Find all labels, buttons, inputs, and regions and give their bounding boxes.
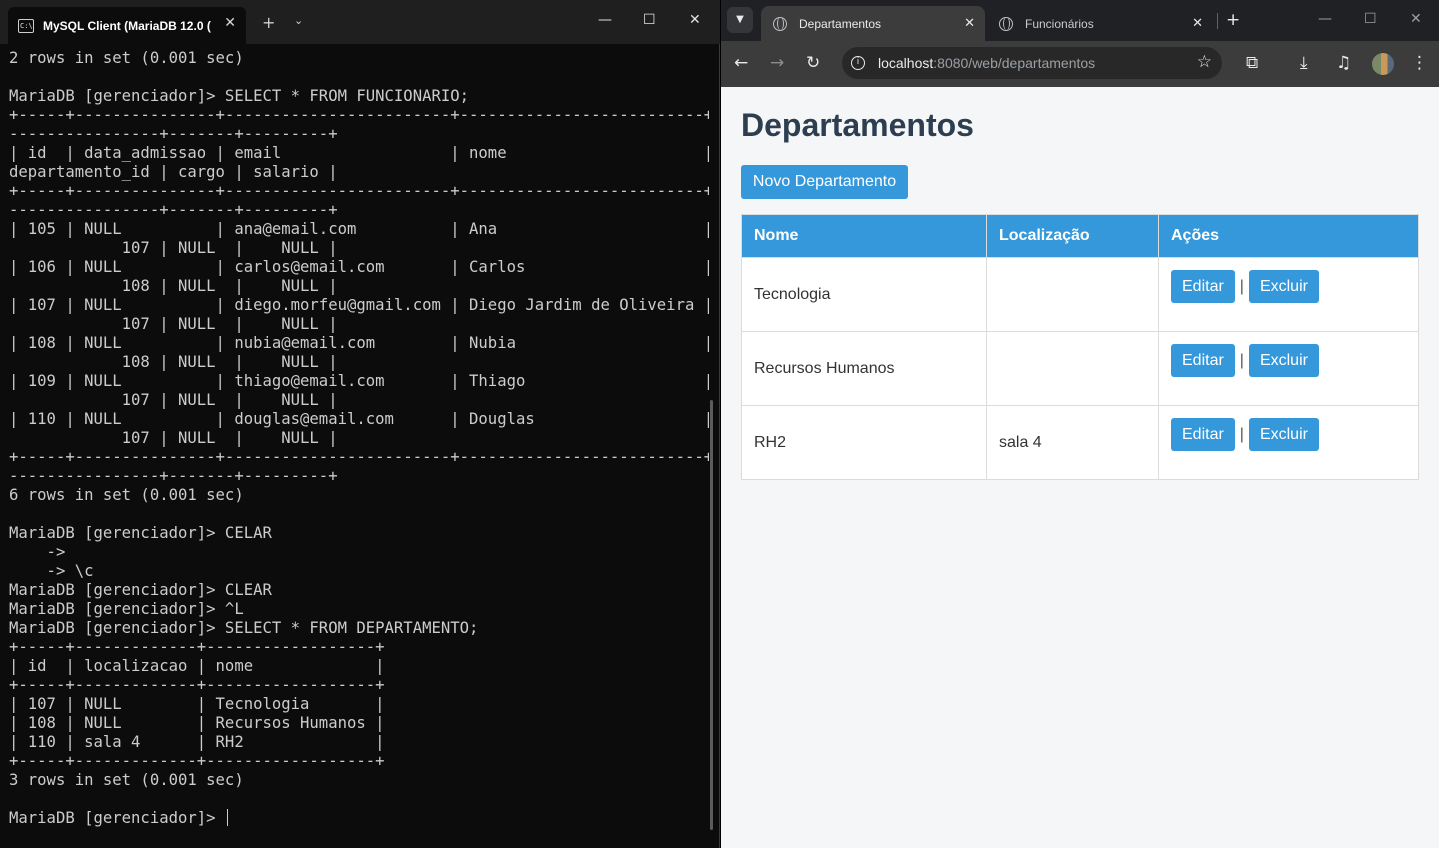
- menu-icon[interactable]: ⋮: [1411, 53, 1428, 73]
- cell-localizacao: [986, 257, 1159, 332]
- cell-localizacao: [986, 331, 1159, 406]
- tab-separator: [1217, 13, 1218, 29]
- terminal-titlebar: C:\ MySQL Client (MariaDB 12.0 (x64)) ✕ …: [0, 0, 720, 44]
- close-icon[interactable]: ✕: [964, 15, 975, 31]
- edit-button[interactable]: Editar: [1171, 344, 1235, 377]
- globe-icon: [999, 16, 1013, 31]
- table-row: RH2 sala 4 Editar | Excluir: [741, 405, 1419, 480]
- edit-button[interactable]: Editar: [1171, 270, 1235, 303]
- page-content: Departamentos Novo Departamento Nome Loc…: [721, 87, 1439, 848]
- tab-label: Departamentos: [799, 16, 882, 31]
- edit-button[interactable]: Editar: [1171, 418, 1235, 451]
- table-row: Tecnologia Editar | Excluir: [741, 257, 1419, 332]
- close-window-button[interactable]: ✕: [689, 12, 701, 28]
- delete-button[interactable]: Excluir: [1248, 418, 1319, 451]
- cell-acoes: Editar | Excluir: [1158, 405, 1419, 480]
- cell-localizacao: sala 4: [986, 405, 1159, 480]
- delete-button[interactable]: Excluir: [1248, 344, 1319, 377]
- column-header-nome: Nome: [741, 214, 987, 258]
- maximize-button[interactable]: ☐: [1364, 11, 1377, 27]
- maximize-button[interactable]: ☐: [643, 12, 656, 28]
- delete-button[interactable]: Excluir: [1248, 270, 1319, 303]
- terminal-output[interactable]: 2 rows in set (0.001 sec) MariaDB [geren…: [9, 49, 709, 828]
- terminal-history: 2 rows in set (0.001 sec) MariaDB [geren…: [9, 49, 709, 789]
- back-icon[interactable]: ←: [734, 53, 748, 73]
- cell-acoes: Editar | Excluir: [1158, 331, 1419, 406]
- download-icon[interactable]: ⤓: [1300, 53, 1308, 73]
- terminal-prompt: MariaDB [gerenciador]>: [9, 809, 225, 827]
- close-icon[interactable]: ✕: [1192, 15, 1203, 31]
- chevron-down-icon: ▼: [736, 14, 744, 25]
- close-window-button[interactable]: ✕: [1410, 11, 1422, 27]
- column-header-acoes: Ações: [1158, 214, 1419, 258]
- tab-label: Funcionários: [1025, 16, 1094, 31]
- browser-tabstrip: ▼ Departamentos ✕ Funcionários ✕ + — ☐ ✕: [721, 0, 1439, 41]
- terminal-tab[interactable]: C:\ MySQL Client (MariaDB 12.0 (x64)) ✕: [8, 7, 246, 44]
- site-info-icon[interactable]: i: [851, 56, 865, 70]
- media-control-icon[interactable]: ♫: [1336, 53, 1351, 73]
- action-separator: |: [1239, 351, 1244, 369]
- tab-departamentos[interactable]: Departamentos ✕: [761, 6, 985, 41]
- minimize-button[interactable]: —: [598, 12, 612, 28]
- text-cursor: [226, 809, 228, 826]
- terminal-tab-title: MySQL Client (MariaDB 12.0 (x64)): [43, 18, 211, 33]
- cell-nome: Tecnologia: [741, 257, 987, 332]
- extensions-icon[interactable]: ⧉: [1246, 53, 1258, 73]
- column-header-localizacao: Localização: [986, 214, 1159, 258]
- bookmark-star-icon[interactable]: ☆: [1197, 52, 1212, 72]
- new-tab-button[interactable]: +: [1226, 10, 1240, 30]
- url-text[interactable]: localhost:8080/web/departamentos: [878, 55, 1095, 71]
- table-header-row: Nome Localização Ações: [741, 214, 1419, 258]
- terminal-window: C:\ MySQL Client (MariaDB 12.0 (x64)) ✕ …: [0, 0, 720, 848]
- close-icon[interactable]: ✕: [224, 15, 236, 31]
- reload-icon[interactable]: ↻: [806, 53, 820, 73]
- page-title: Departamentos: [741, 107, 974, 143]
- action-separator: |: [1239, 425, 1244, 443]
- tab-search-button[interactable]: ▼: [727, 7, 753, 33]
- terminal-scrollbar[interactable]: [710, 400, 713, 830]
- cell-nome: RH2: [741, 405, 987, 480]
- new-department-button[interactable]: Novo Departamento: [741, 165, 908, 199]
- departments-table: Nome Localização Ações Tecnologia Editar…: [741, 214, 1419, 480]
- new-tab-button[interactable]: +: [262, 13, 275, 32]
- browser-window: ▼ Departamentos ✕ Funcionários ✕ + — ☐ ✕…: [721, 0, 1439, 848]
- globe-icon: [773, 16, 787, 31]
- cell-acoes: Editar | Excluir: [1158, 257, 1419, 332]
- cell-nome: Recursos Humanos: [741, 331, 987, 406]
- chevron-down-icon[interactable]: ⌄: [294, 14, 303, 27]
- table-row: Recursos Humanos Editar | Excluir: [741, 331, 1419, 406]
- tab-funcionarios[interactable]: Funcionários ✕: [997, 6, 1213, 41]
- address-bar[interactable]: i localhost:8080/web/departamentos ☆: [842, 47, 1222, 79]
- forward-icon[interactable]: →: [770, 53, 784, 73]
- terminal-icon: C:\: [18, 18, 34, 33]
- profile-avatar[interactable]: [1372, 53, 1394, 75]
- minimize-button[interactable]: —: [1318, 11, 1332, 27]
- action-separator: |: [1239, 277, 1244, 295]
- browser-toolbar: ← → ↻ i localhost:8080/web/departamentos…: [721, 41, 1439, 87]
